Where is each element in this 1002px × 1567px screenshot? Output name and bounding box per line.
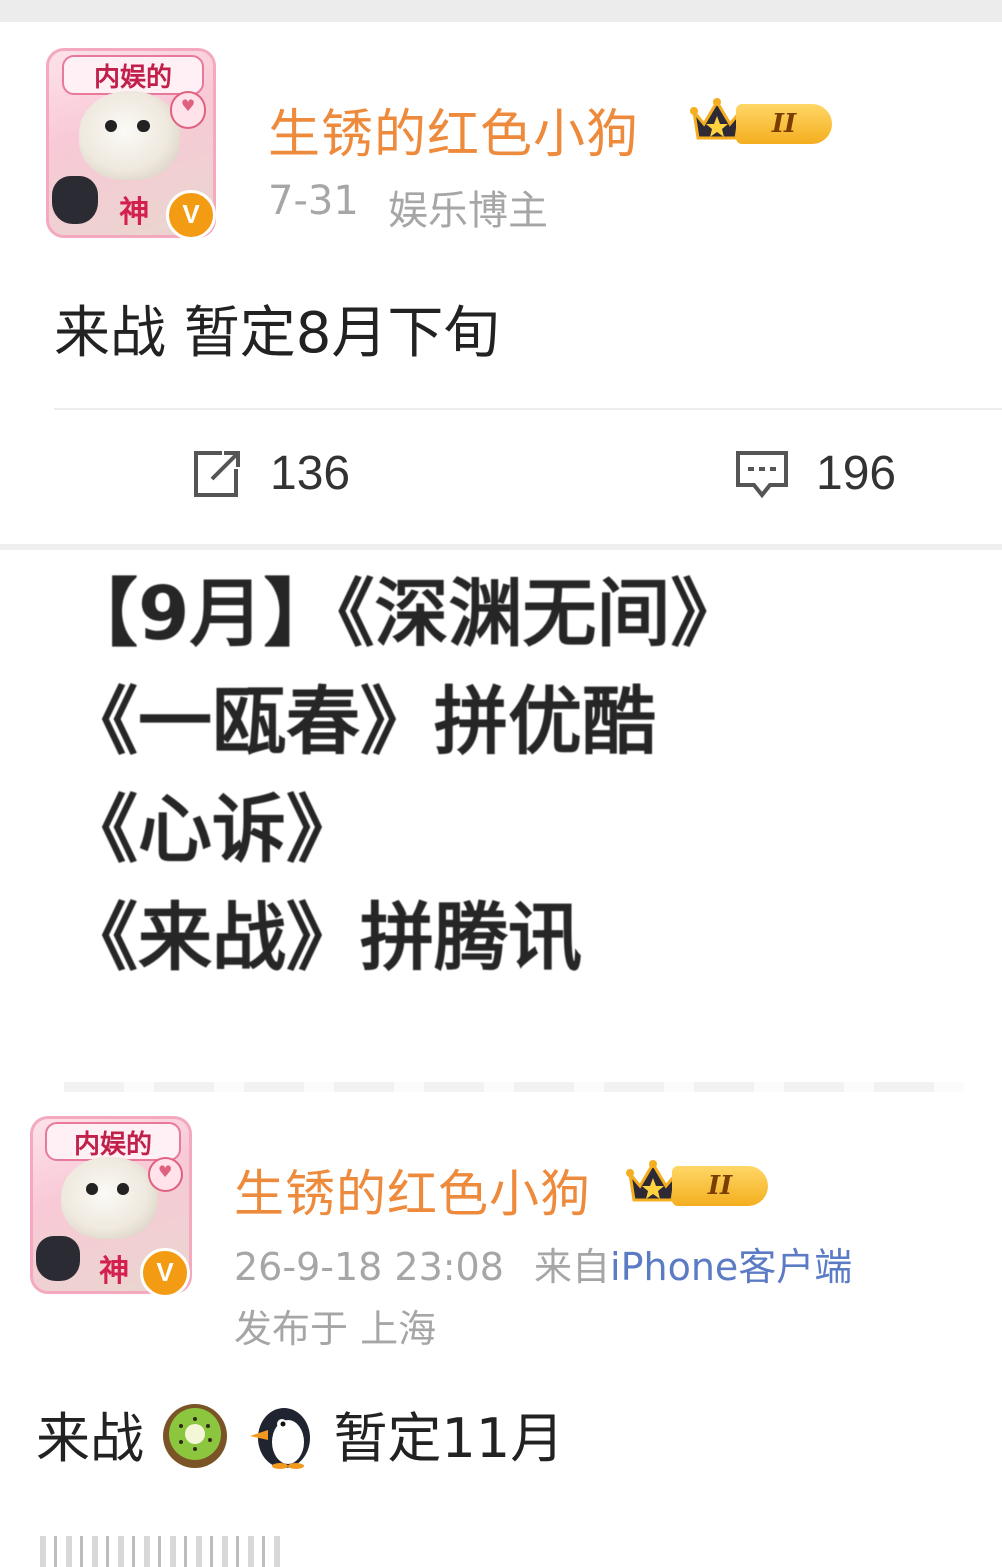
avatar-caption-top: 内娱的 xyxy=(45,1122,181,1161)
author-identity: 娱乐博主 xyxy=(388,188,548,234)
action-divider xyxy=(54,408,1002,410)
avatar-caption-top: 内娱的 xyxy=(62,54,204,96)
author-name-2[interactable]: 生锈的红色小狗 xyxy=(234,1154,591,1226)
comment-button[interactable]: 196 xyxy=(734,446,896,501)
comment-count: 196 xyxy=(816,447,897,500)
image-text-line: 【9月】《深渊无间》 xyxy=(64,571,745,657)
avatar-caption-bottom: 神 xyxy=(119,195,150,231)
post-datetime: 26-9-18 23:08 xyxy=(234,1245,504,1289)
source-prefix: 来自 xyxy=(534,1245,611,1289)
image-text-line: 《来战》拼腾讯 xyxy=(64,895,582,981)
source-app-link[interactable]: iPhone客户端 xyxy=(610,1245,852,1289)
repost-count: 136 xyxy=(270,447,351,500)
image-text-line: 《心诉》 xyxy=(64,787,360,873)
vip-level: II xyxy=(672,1166,768,1206)
comment-icon xyxy=(736,450,788,498)
cut-off-image-strip xyxy=(40,1536,280,1567)
card-separator xyxy=(0,544,1002,550)
vip-level: II xyxy=(736,104,832,144)
vip-badge[interactable]: II xyxy=(690,98,840,146)
image-text-line: 《一瓯春》拼优酷 xyxy=(64,679,656,765)
embedded-image-text: 【9月】《深渊无间》 《一瓯春》拼优酷 《心诉》 《来战》拼腾讯 xyxy=(64,560,964,1000)
cat-sticker xyxy=(52,176,99,224)
post-content-2: 来战 暂定11月 xyxy=(36,1394,564,1483)
content-suffix: 暂定11月 xyxy=(333,1407,565,1470)
post-meta-line: 26-9-18 23:08 来自iPhone客户端 xyxy=(234,1236,852,1291)
repost-icon xyxy=(194,450,240,497)
vip-badge-2[interactable]: II xyxy=(626,1160,776,1208)
kiwi-emoji xyxy=(161,1402,229,1483)
post-date: 7-31 xyxy=(268,178,359,224)
post-content: 来战 暂定8月下旬 xyxy=(54,301,500,366)
avatar-caption-bottom: 神 xyxy=(99,1254,130,1290)
verified-badge-icon: V xyxy=(166,190,216,240)
repost-button[interactable]: 136 xyxy=(190,446,350,501)
content-prefix: 来战 xyxy=(36,1407,144,1470)
ferret-image xyxy=(61,1156,158,1240)
post-location: 发布于 上海 xyxy=(234,1307,437,1351)
heart-icon: ♥ xyxy=(147,1156,183,1192)
author-name[interactable]: 生锈的红色小狗 xyxy=(268,92,639,167)
cat-sticker xyxy=(36,1235,80,1281)
faint-artifact-row xyxy=(64,1082,964,1092)
heart-icon: ♥ xyxy=(169,91,207,129)
top-gap-strip xyxy=(0,0,1002,22)
penguin-emoji xyxy=(246,1402,316,1483)
ferret-image xyxy=(78,91,181,180)
verified-badge-icon: V xyxy=(140,1248,190,1298)
